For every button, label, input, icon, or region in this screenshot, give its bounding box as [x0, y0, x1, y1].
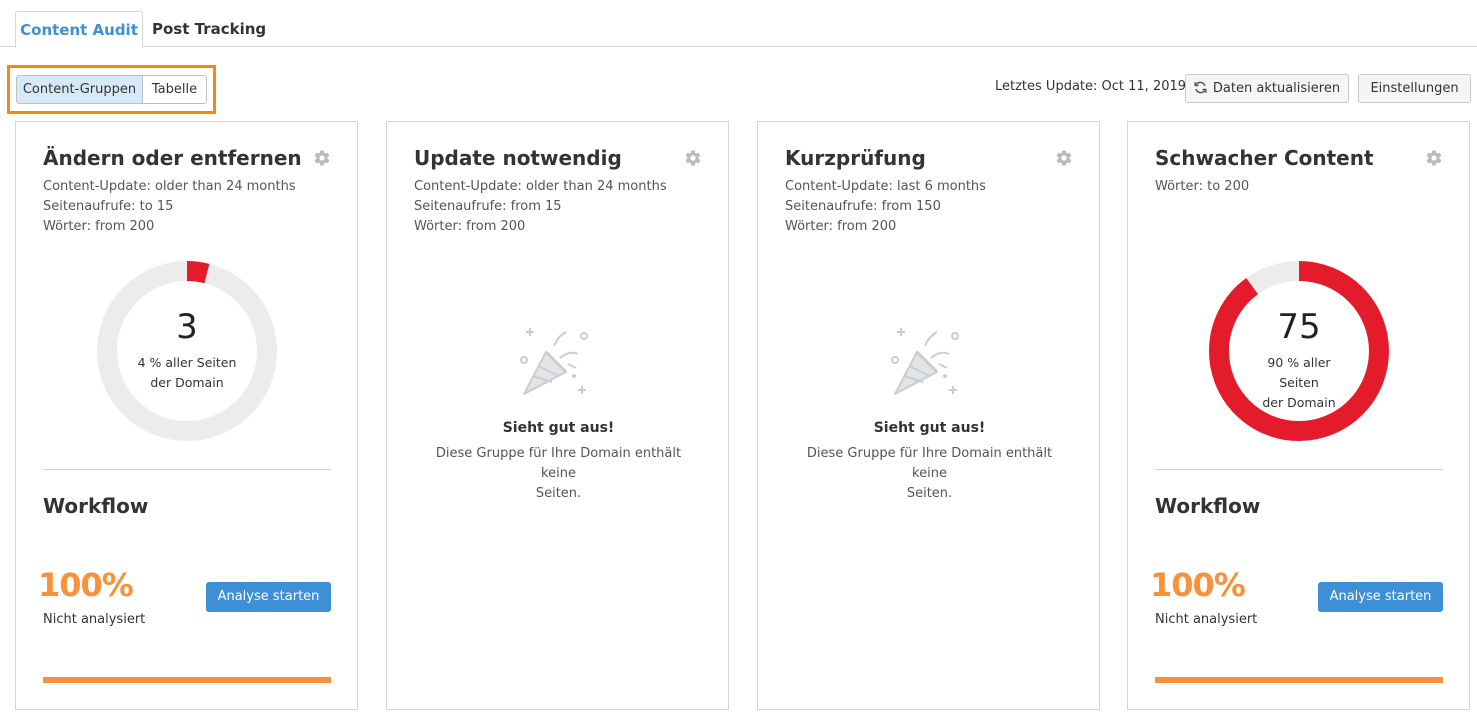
- view-toggle-highlight: Content-Gruppen Tabelle: [7, 65, 216, 114]
- card-criteria: Content-Update: last 6 months Seitenaufr…: [785, 177, 986, 237]
- donut-label-line2: der Domain: [150, 375, 224, 390]
- divider: [43, 469, 331, 470]
- criteria-content-update: Content-Update: older than 24 months: [43, 179, 296, 194]
- criteria-content-update: Content-Update: older than 24 months: [414, 179, 667, 194]
- card-kurzpruefung: Kurzprüfung Content-Update: last 6 month…: [757, 121, 1100, 710]
- criteria-pageviews: Seitenaufrufe: to 15: [43, 199, 174, 214]
- donut-label-line1: 90 % aller Seiten: [1267, 355, 1331, 390]
- card-schwacher-content: Schwacher Content Wörter: to 200 75 90 %…: [1127, 121, 1470, 710]
- gear-icon[interactable]: [313, 149, 331, 167]
- criteria-pageviews: Seitenaufrufe: from 15: [414, 199, 562, 214]
- gear-icon[interactable]: [684, 149, 702, 167]
- card-title: Ändern oder entfernen: [43, 146, 302, 170]
- party-popper-icon: [520, 328, 588, 395]
- workflow-progress-fill: [43, 677, 331, 683]
- empty-desc-line2: Seiten.: [535, 486, 582, 501]
- settings-button[interactable]: Einstellungen: [1358, 74, 1471, 103]
- workflow-progress-bar: [1155, 677, 1443, 683]
- criteria-pageviews: Seitenaufrufe: from 150: [785, 199, 941, 214]
- view-toggle: Content-Gruppen Tabelle: [16, 75, 207, 104]
- refresh-data-label: Daten aktualisieren: [1212, 81, 1341, 96]
- donut-chart: 3 4 % aller Seiten der Domain: [97, 261, 277, 441]
- criteria-words: Wörter: from 200: [785, 219, 897, 234]
- toggle-content-gruppen[interactable]: Content-Gruppen: [17, 76, 143, 103]
- donut-label-line1: 4 % aller Seiten: [137, 355, 237, 370]
- criteria-words: Wörter: from 200: [43, 219, 155, 234]
- refresh-data-button[interactable]: Daten aktualisieren: [1185, 74, 1349, 103]
- card-title: Update notwendig: [414, 146, 622, 170]
- party-popper-icon: [891, 328, 959, 395]
- workflow-percent: 100%: [38, 566, 134, 604]
- donut-chart: 75 90 % aller Seiten der Domain: [1209, 261, 1389, 441]
- workflow-percent: 100%: [1150, 566, 1246, 604]
- card-aendern-entfernen: Ändern oder entfernen Content-Update: ol…: [15, 121, 358, 710]
- workflow-status: Nicht analysiert: [43, 612, 146, 627]
- criteria-content-update: Content-Update: last 6 months: [785, 179, 986, 194]
- donut-value: 3: [176, 307, 198, 347]
- workflow-progress-bar: [43, 677, 331, 683]
- empty-desc-line1: Diese Gruppe für Ihre Domain enthält kei…: [435, 446, 682, 481]
- card-update-notwendig: Update notwendig Content-Update: older t…: [386, 121, 729, 710]
- criteria-words: Wörter: from 200: [414, 219, 526, 234]
- tab-content-audit[interactable]: Content Audit: [15, 11, 143, 48]
- workflow-status: Nicht analysiert: [1155, 612, 1258, 627]
- empty-state-description: Diese Gruppe für Ihre Domain enthält kei…: [417, 444, 700, 504]
- card-title: Kurzprüfung: [785, 146, 926, 170]
- analyse-starten-button[interactable]: Analyse starten: [206, 582, 331, 612]
- analyse-starten-button[interactable]: Analyse starten: [1318, 582, 1443, 612]
- tab-post-tracking[interactable]: Post Tracking: [142, 11, 276, 48]
- empty-state-title: Sieht gut aus!: [502, 420, 615, 436]
- empty-state-description: Diese Gruppe für Ihre Domain enthält kei…: [788, 444, 1071, 504]
- divider: [1155, 469, 1443, 470]
- card-criteria: Content-Update: older than 24 months Sei…: [414, 177, 667, 237]
- gear-icon[interactable]: [1425, 149, 1443, 167]
- card-criteria: Wörter: to 200: [1155, 177, 1249, 197]
- workflow-progress-fill: [1155, 677, 1443, 683]
- tab-bar: Content Audit Post Tracking: [0, 0, 1477, 48]
- card-title: Schwacher Content: [1155, 146, 1374, 170]
- gear-icon[interactable]: [1055, 149, 1073, 167]
- donut-label: 4 % aller Seiten der Domain: [137, 353, 237, 393]
- donut-value: 75: [1277, 307, 1321, 347]
- donut-label: 90 % aller Seiten der Domain: [1249, 353, 1349, 413]
- card-criteria: Content-Update: older than 24 months Sei…: [43, 177, 296, 237]
- workflow-title: Workflow: [43, 494, 149, 518]
- empty-state-title: Sieht gut aus!: [873, 420, 986, 436]
- criteria-words: Wörter: to 200: [1155, 179, 1250, 194]
- last-update-text: Letztes Update: Oct 11, 2019: [995, 79, 1187, 94]
- donut-label-line2: der Domain: [1262, 395, 1336, 410]
- toggle-tabelle[interactable]: Tabelle: [143, 76, 206, 103]
- refresh-icon: [1194, 81, 1207, 93]
- empty-desc-line1: Diese Gruppe für Ihre Domain enthält kei…: [806, 446, 1053, 481]
- empty-desc-line2: Seiten.: [906, 486, 953, 501]
- workflow-title: Workflow: [1155, 494, 1261, 518]
